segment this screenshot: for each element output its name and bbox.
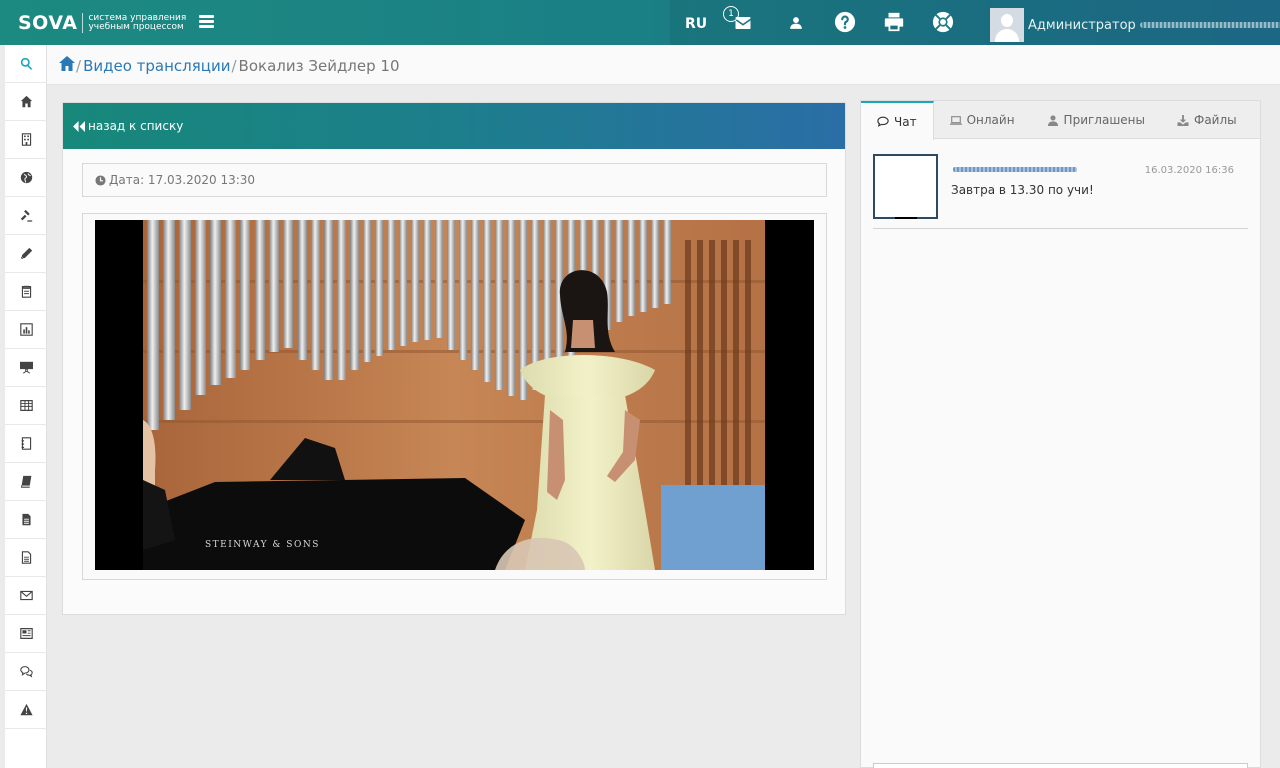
gavel-icon (20, 209, 32, 222)
logo-subtitle: система управления учебным процессом (88, 13, 187, 32)
sidebar-item-globe[interactable] (5, 159, 47, 197)
book-icon (20, 475, 31, 488)
broadcast-panel: назад к списку Дата: 17.03.2020 13:30 ST… (62, 102, 846, 615)
book-icon (21, 437, 31, 450)
back-to-list-label: назад к списку (88, 119, 184, 133)
tab-online-label: Онлайн (966, 113, 1015, 127)
home-icon (20, 95, 32, 108)
message-time: 16.03.2020 16:36 (1144, 165, 1234, 176)
chat-tabs: Чат Онлайн Приглашены Файлы (861, 101, 1260, 140)
sidebar-item-home[interactable] (5, 83, 47, 121)
tab-files[interactable]: Файлы (1161, 101, 1253, 139)
breadcrumb-current: Вокализ Зейдлер 10 (238, 56, 400, 75)
building-icon (21, 133, 31, 146)
back-to-list-link[interactable]: назад к списку (73, 119, 183, 133)
file-text-icon (21, 513, 31, 526)
user-surname-redacted (1139, 22, 1280, 28)
clipboard-icon (21, 285, 31, 298)
laptop-icon (949, 115, 962, 125)
video-container: STEINWAY & SONS (82, 213, 827, 580)
print-icon[interactable] (883, 11, 907, 35)
help-icon[interactable] (834, 11, 858, 35)
tab-files-label: Файлы (1194, 113, 1237, 127)
sidebar-item-journal[interactable] (5, 425, 47, 463)
logo-separator (82, 13, 84, 33)
sidebar-item-clipboard[interactable] (5, 273, 47, 311)
breadcrumb-link-video-broadcasts[interactable]: Видео трансляции (83, 57, 230, 75)
user-menu[interactable]: Администратор (990, 8, 1280, 42)
menu-toggle-icon[interactable] (199, 15, 214, 29)
double-chevron-left-icon (73, 120, 85, 132)
home-icon[interactable] (59, 56, 75, 75)
video-frame: STEINWAY & SONS (143, 220, 765, 570)
tab-chat[interactable]: Чат (861, 101, 934, 140)
envelope-icon (19, 590, 33, 601)
date-box: Дата: 17.03.2020 13:30 (82, 163, 827, 197)
comments-icon (19, 666, 33, 678)
tab-invited[interactable]: Приглашены (1031, 101, 1161, 139)
sidebar-item-forum[interactable] (5, 653, 47, 691)
piano-brand-text: STEINWAY & SONS (205, 540, 320, 550)
sidebar-item-documents[interactable] (5, 501, 47, 539)
panel-header: назад к списку (63, 103, 845, 149)
sidebar-item-video-broadcasts[interactable] (5, 349, 47, 387)
sidebar-item-search[interactable] (5, 45, 47, 83)
tab-invited-label: Приглашены (1063, 113, 1145, 127)
avatar (990, 8, 1024, 42)
sidebar-item-alerts[interactable] (5, 691, 47, 729)
tab-online[interactable]: Онлайн (934, 101, 1031, 139)
sidebar-item-pencil[interactable] (5, 235, 47, 273)
mail-badge: 1 (723, 6, 739, 22)
message-author-redacted (953, 167, 1077, 172)
chat-panel: Чат Онлайн Приглашены Файлы 16.03.2020 1… (860, 100, 1261, 768)
sidebar-item-library[interactable] (5, 463, 47, 501)
language-switch[interactable]: RU (685, 16, 707, 32)
newspaper-icon (19, 628, 33, 639)
video-player[interactable]: STEINWAY & SONS (95, 220, 814, 570)
top-bar: SOVA система управления учебным процессо… (0, 0, 1280, 45)
user-icon (1047, 114, 1058, 126)
mail-icon[interactable]: 1 (723, 6, 758, 35)
chat-input[interactable] (873, 763, 1248, 768)
broadcast-date: Дата: 17.03.2020 13:30 (109, 173, 256, 187)
download-icon (1177, 114, 1189, 126)
tab-chat-label: Чат (894, 114, 917, 129)
sidebar (5, 45, 47, 768)
top-right-toolbar: RU 1 Администратор (670, 0, 1280, 45)
sidebar-item-news[interactable] (5, 615, 47, 653)
bar-chart-icon (19, 323, 33, 336)
warning-icon (19, 703, 33, 716)
pencil-icon (20, 247, 32, 259)
sidebar-item-mail[interactable] (5, 577, 47, 615)
logo-word: SOVA (18, 12, 78, 34)
sidebar-item-files[interactable] (5, 539, 47, 577)
file-icon (21, 551, 31, 564)
sidebar-item-statistics[interactable] (5, 311, 47, 349)
logo[interactable]: SOVA система управления учебным процессо… (18, 10, 198, 36)
sidebar-item-building[interactable] (5, 121, 47, 159)
message-text: Завтра в 13.30 по учи! (951, 183, 1094, 197)
search-icon (20, 57, 32, 70)
breadcrumb-bar: / Видео трансляции / Вокализ Зейдлер 10 (47, 45, 1280, 85)
sidebar-item-gavel[interactable] (5, 197, 47, 235)
breadcrumb: / Видео трансляции / Вокализ Зейдлер 10 (59, 56, 400, 75)
lifebuoy-icon[interactable] (932, 11, 956, 35)
sidebar-item-table[interactable] (5, 387, 47, 425)
globe-icon (20, 171, 32, 184)
clock-icon (95, 174, 106, 186)
user-name: Администратор (1028, 17, 1136, 33)
avatar (873, 154, 938, 219)
table-icon (19, 400, 33, 411)
user-icon[interactable] (787, 11, 811, 35)
comment-icon (877, 116, 889, 127)
chat-message: 16.03.2020 16:36 Завтра в 13.30 по учи! (873, 154, 1248, 229)
presentation-icon (19, 361, 33, 374)
